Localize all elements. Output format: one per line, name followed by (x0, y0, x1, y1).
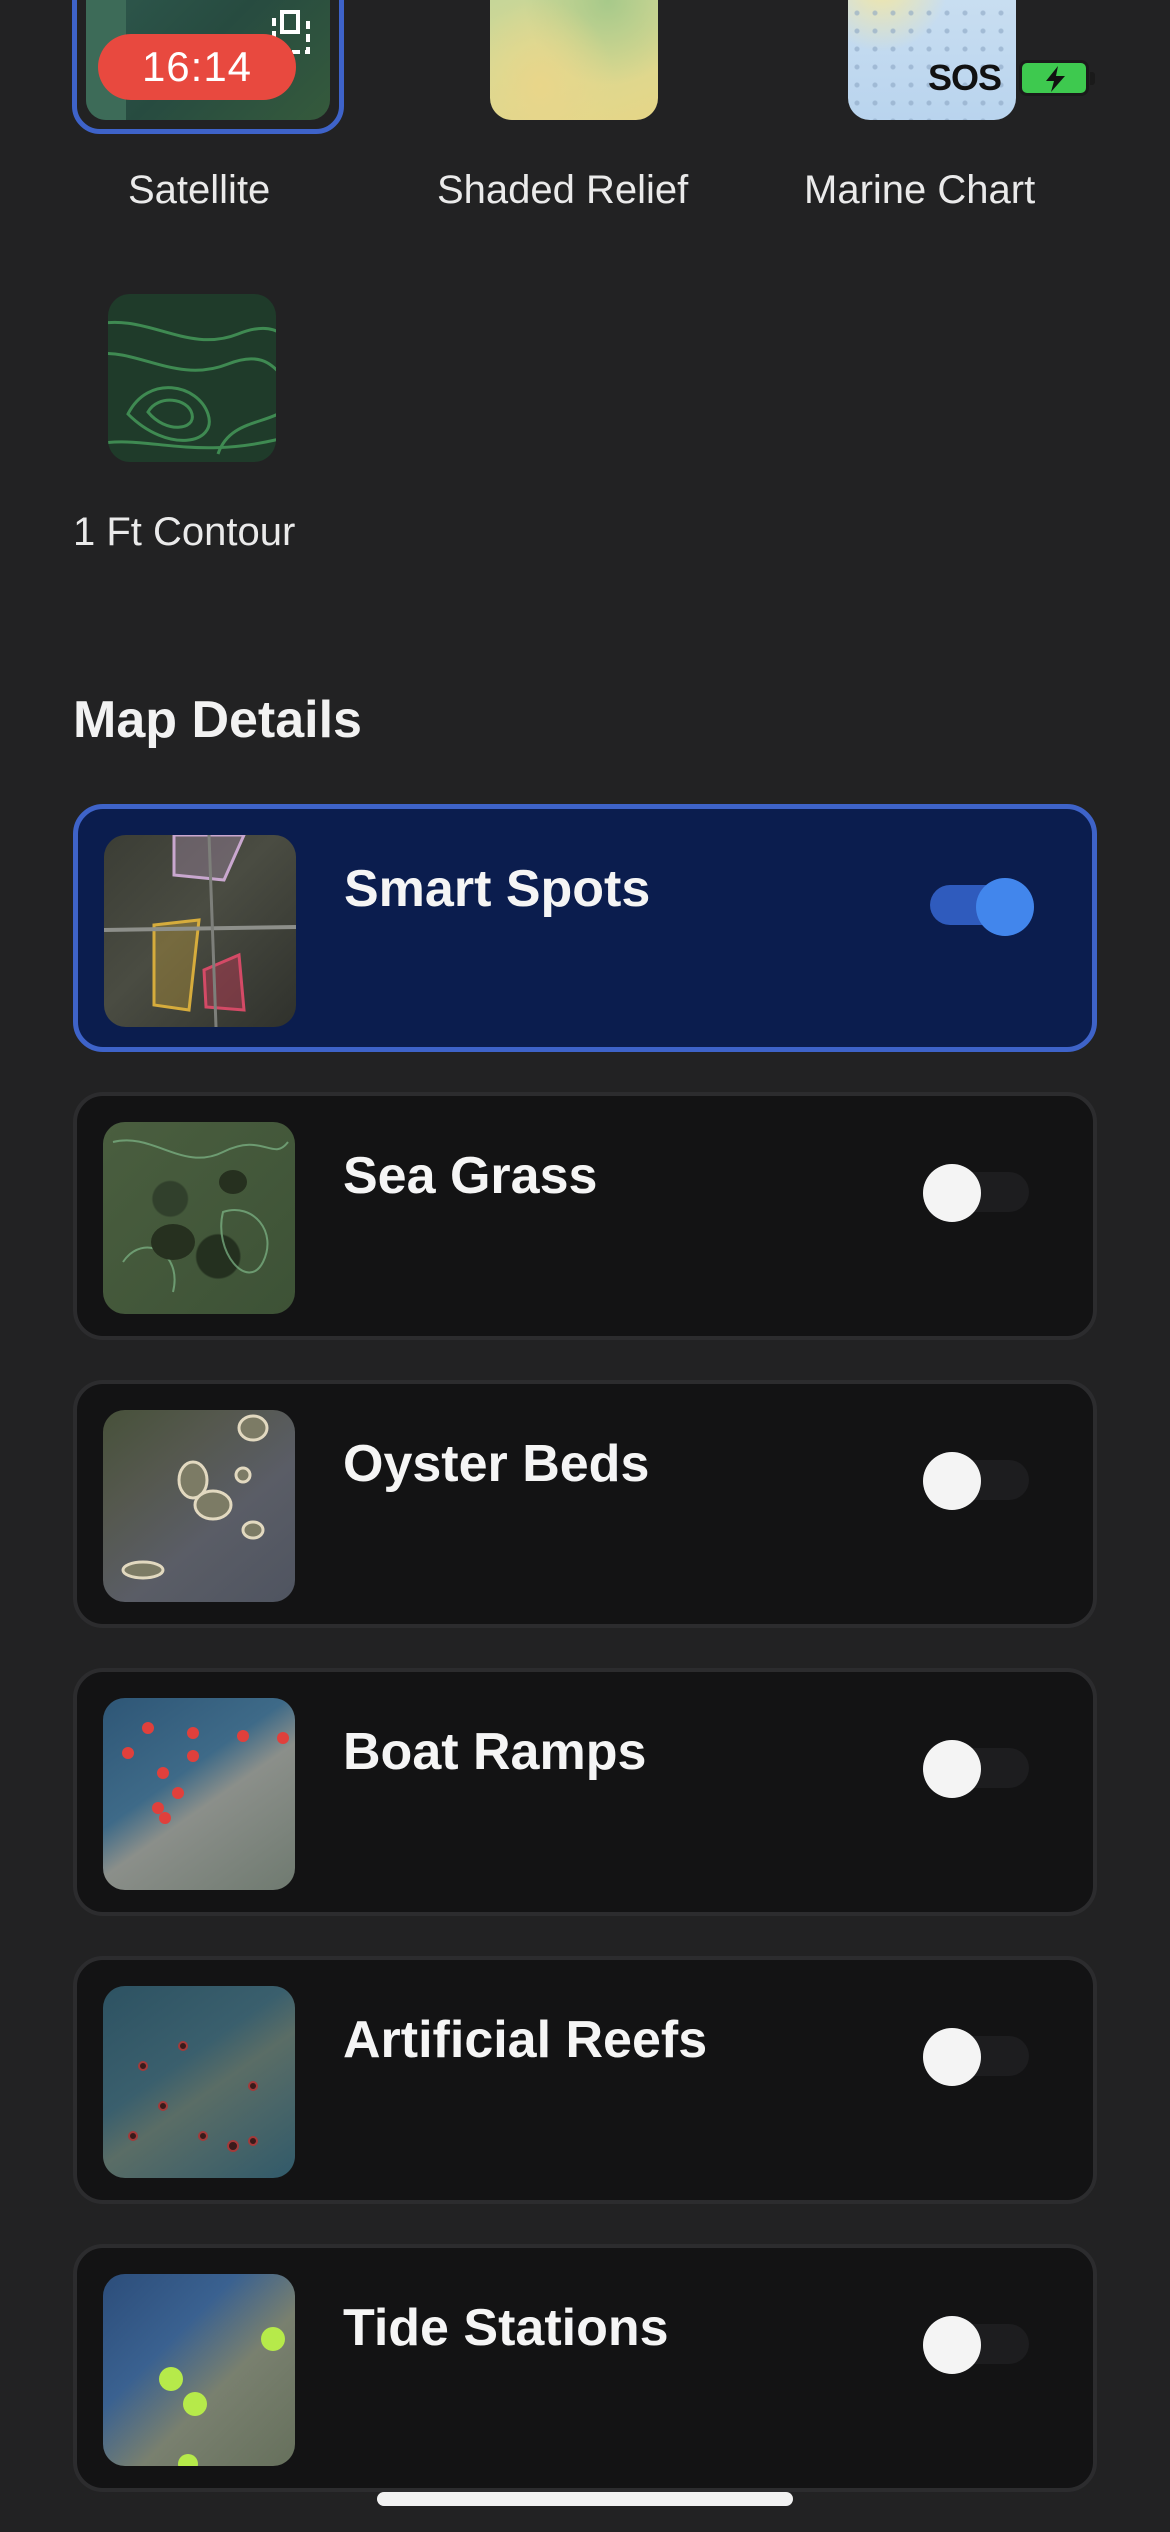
layer-card-artificial-reefs[interactable]: Artificial Reefs (73, 1956, 1097, 2204)
layer-card-boat-ramps[interactable]: Boat Ramps (73, 1668, 1097, 1916)
layer-card-tide-stations[interactable]: Tide Stations (73, 2244, 1097, 2492)
layer-label: Smart Spots (344, 860, 651, 918)
status-right: SOS (928, 50, 1096, 106)
layer-label: Artificial Reefs (343, 2011, 708, 2069)
layer-card-oyster-beds[interactable]: Oyster Beds (73, 1380, 1097, 1628)
boat-ramps-thumbnail (103, 1698, 295, 1890)
layer-label: Oyster Beds (343, 1435, 650, 1493)
sos-indicator: SOS (928, 57, 1002, 98)
layer-label: Tide Stations (343, 2299, 669, 2357)
contour-thumbnail (108, 294, 276, 462)
layer-card-smart-spots[interactable]: Smart Spots (73, 804, 1097, 1052)
map-type-label: Shaded Relief (437, 168, 689, 212)
tide-stations-thumbnail (103, 2274, 295, 2466)
layer-label: Boat Ramps (343, 1723, 647, 1781)
home-indicator[interactable] (377, 2492, 793, 2506)
tide-stations-toggle[interactable] (923, 2316, 1033, 2374)
map-type-label: Satellite (128, 168, 271, 212)
artificial-reefs-thumbnail (103, 1986, 295, 2178)
status-time[interactable]: 16:14 (98, 34, 296, 100)
oyster-beds-toggle[interactable] (923, 1452, 1033, 1510)
layer-label: Sea Grass (343, 1147, 598, 1205)
battery-charging-icon (1019, 60, 1096, 96)
artificial-reefs-toggle[interactable] (923, 2028, 1033, 2086)
map-type-label: Marine Chart (804, 168, 1036, 212)
shaded-relief-thumbnail (490, 0, 658, 120)
map-type-label: 1 Ft Contour (73, 510, 296, 554)
oyster-beds-thumbnail (103, 1410, 295, 1602)
smart-spots-thumbnail (104, 835, 296, 1027)
boat-ramps-toggle[interactable] (923, 1740, 1033, 1798)
layer-card-sea-grass[interactable]: Sea Grass (73, 1092, 1097, 1340)
map-layers-screen: 16:14 SOS Satellite Shaded Relief Marine… (0, 0, 1170, 2532)
sea-grass-thumbnail (103, 1122, 295, 1314)
map-details-heading: Map Details (73, 691, 362, 749)
sea-grass-toggle[interactable] (923, 1164, 1033, 1222)
smart-spots-toggle[interactable] (924, 877, 1034, 936)
